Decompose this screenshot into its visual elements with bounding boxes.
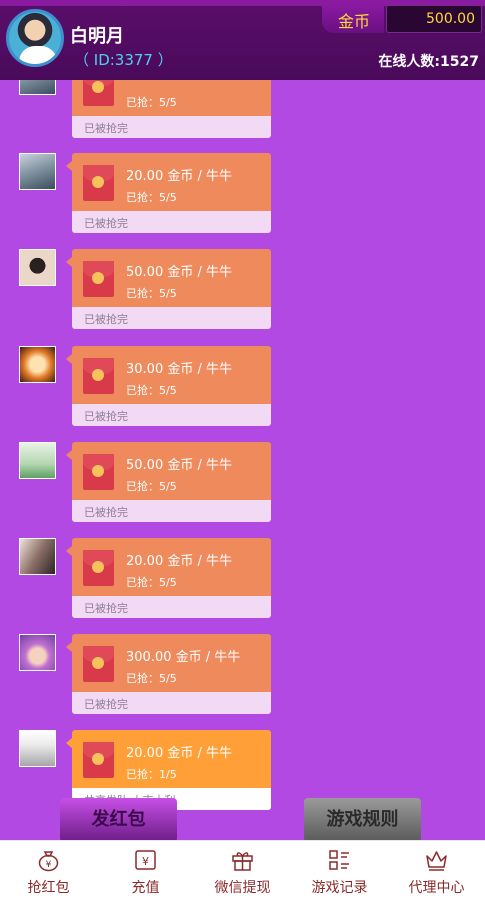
packet-status: 已被抢完 bbox=[84, 313, 128, 326]
red-packet-message: 20.00 金币 / 牛牛 已抢：5/5 已被抢完 bbox=[0, 538, 485, 628]
packet-amount: 50.00 金币 / 牛牛 bbox=[126, 458, 232, 473]
red-packet-message: 30.00 金币 / 牛牛 已抢：5/5 已被抢完 bbox=[0, 346, 485, 436]
red-envelope-icon bbox=[83, 454, 114, 490]
money-bag-icon: ¥ bbox=[38, 851, 59, 872]
chat-list[interactable]: 已抢：5/5 已被抢完 20.00 金币 / 牛牛 已抢：5/5 已被抢完 50… bbox=[0, 0, 485, 840]
nav-label: 充值 bbox=[131, 880, 160, 896]
coin-label: 金币 bbox=[338, 12, 371, 31]
red-envelope-icon bbox=[83, 165, 114, 201]
online-count: 在线人数:1527 bbox=[378, 54, 479, 70]
red-packet-bubble[interactable]: 300.00 金币 / 牛牛 已抢：5/5 已被抢完 bbox=[72, 634, 271, 714]
nav-item-records[interactable]: 游戏记录 bbox=[291, 841, 388, 900]
user-id: （ ID:3377 ） bbox=[74, 51, 173, 69]
packet-grabbed: 已抢：1/5 bbox=[126, 768, 177, 781]
packet-status: 已被抢完 bbox=[84, 410, 128, 423]
red-envelope-icon bbox=[83, 550, 114, 586]
packet-amount: 20.00 金币 / 牛牛 bbox=[126, 746, 232, 761]
packet-amount: 30.00 金币 / 牛牛 bbox=[126, 362, 232, 377]
coin-balance: 500.00 bbox=[426, 11, 475, 27]
sender-avatar[interactable] bbox=[19, 249, 56, 286]
gift-box-icon bbox=[232, 852, 253, 871]
red-packet-message: 20.00 金币 / 牛牛 已抢：5/5 已被抢完 bbox=[0, 153, 485, 243]
packet-status: 已被抢完 bbox=[84, 698, 128, 711]
send-red-packet-button[interactable]: 发红包 bbox=[60, 798, 177, 842]
packet-grabbed: 已抢：5/5 bbox=[126, 576, 177, 589]
sender-avatar[interactable] bbox=[19, 346, 56, 383]
packet-grabbed: 已抢：5/5 bbox=[126, 191, 177, 204]
red-packet-message: 50.00 金币 / 牛牛 已抢：5/5 已被抢完 bbox=[0, 249, 485, 339]
nav-item-withdraw[interactable]: 微信提现 bbox=[194, 841, 291, 900]
red-envelope-icon bbox=[83, 261, 114, 297]
sender-avatar[interactable] bbox=[19, 634, 56, 671]
packet-status: 已被抢完 bbox=[84, 602, 128, 615]
sender-avatar[interactable] bbox=[19, 442, 56, 479]
nav-label: 抢红包 bbox=[27, 880, 70, 896]
game-rules-button[interactable]: 游戏规则 bbox=[304, 798, 421, 842]
packet-status: 已被抢完 bbox=[84, 122, 128, 135]
svg-text:¥: ¥ bbox=[46, 860, 52, 870]
sender-avatar[interactable] bbox=[19, 153, 56, 190]
packet-amount: 20.00 金币 / 牛牛 bbox=[126, 554, 232, 569]
red-packet-message: 50.00 金币 / 牛牛 已抢：5/5 已被抢完 bbox=[0, 442, 485, 532]
nav-label: 代理中心 bbox=[408, 880, 465, 896]
packet-grabbed: 已抢：5/5 bbox=[126, 96, 177, 109]
red-envelope-icon bbox=[83, 358, 114, 394]
coin-balance-box: 500.00 bbox=[386, 5, 482, 33]
app-header: 白明月 （ ID:3377 ） 金币 500.00 在线人数:1527 bbox=[0, 0, 485, 80]
crown-icon bbox=[426, 851, 447, 871]
nav-label: 微信提现 bbox=[214, 880, 271, 896]
packet-amount: 300.00 金币 / 牛牛 bbox=[126, 650, 241, 665]
bottom-nav: ¥ 抢红包 ¥ 充值 微信提现 游戏记录 代理中心 bbox=[0, 840, 485, 900]
packet-amount: 50.00 金币 / 牛牛 bbox=[126, 265, 232, 280]
nav-label: 游戏记录 bbox=[311, 880, 368, 896]
sender-avatar[interactable] bbox=[19, 730, 56, 767]
sender-avatar[interactable] bbox=[19, 538, 56, 575]
grid-record-icon bbox=[329, 850, 349, 870]
red-packet-bubble[interactable]: 50.00 金币 / 牛牛 已抢：5/5 已被抢完 bbox=[72, 249, 271, 329]
packet-grabbed: 已抢：5/5 bbox=[126, 384, 177, 397]
user-avatar[interactable] bbox=[6, 9, 64, 67]
red-envelope-icon bbox=[83, 646, 114, 682]
red-envelope-icon bbox=[83, 742, 114, 778]
red-packet-bubble[interactable]: 30.00 金币 / 牛牛 已抢：5/5 已被抢完 bbox=[72, 346, 271, 426]
packet-status: 已被抢完 bbox=[84, 217, 128, 230]
red-packet-bubble[interactable]: 20.00 金币 / 牛牛 已抢：5/5 已被抢完 bbox=[72, 153, 271, 233]
packet-grabbed: 已抢：5/5 bbox=[126, 480, 177, 493]
red-packet-message: 300.00 金币 / 牛牛 已抢：5/5 已被抢完 bbox=[0, 634, 485, 724]
nav-item-agent[interactable]: 代理中心 bbox=[388, 841, 485, 900]
packet-grabbed: 已抢：5/5 bbox=[126, 672, 177, 685]
nav-item-recharge[interactable]: ¥ 充值 bbox=[97, 841, 194, 900]
packet-amount: 20.00 金币 / 牛牛 bbox=[126, 169, 232, 184]
packet-status: 已被抢完 bbox=[84, 506, 128, 519]
svg-text:¥: ¥ bbox=[142, 855, 149, 868]
username: 白明月 bbox=[70, 26, 124, 47]
red-packet-bubble[interactable]: 20.00 金币 / 牛牛 已抢：5/5 已被抢完 bbox=[72, 538, 271, 618]
packet-grabbed: 已抢：5/5 bbox=[126, 287, 177, 300]
red-packet-bubble[interactable]: 50.00 金币 / 牛牛 已抢：5/5 已被抢完 bbox=[72, 442, 271, 522]
nav-item-grab[interactable]: ¥ 抢红包 bbox=[0, 841, 97, 900]
yen-ticket-icon: ¥ bbox=[135, 850, 156, 870]
